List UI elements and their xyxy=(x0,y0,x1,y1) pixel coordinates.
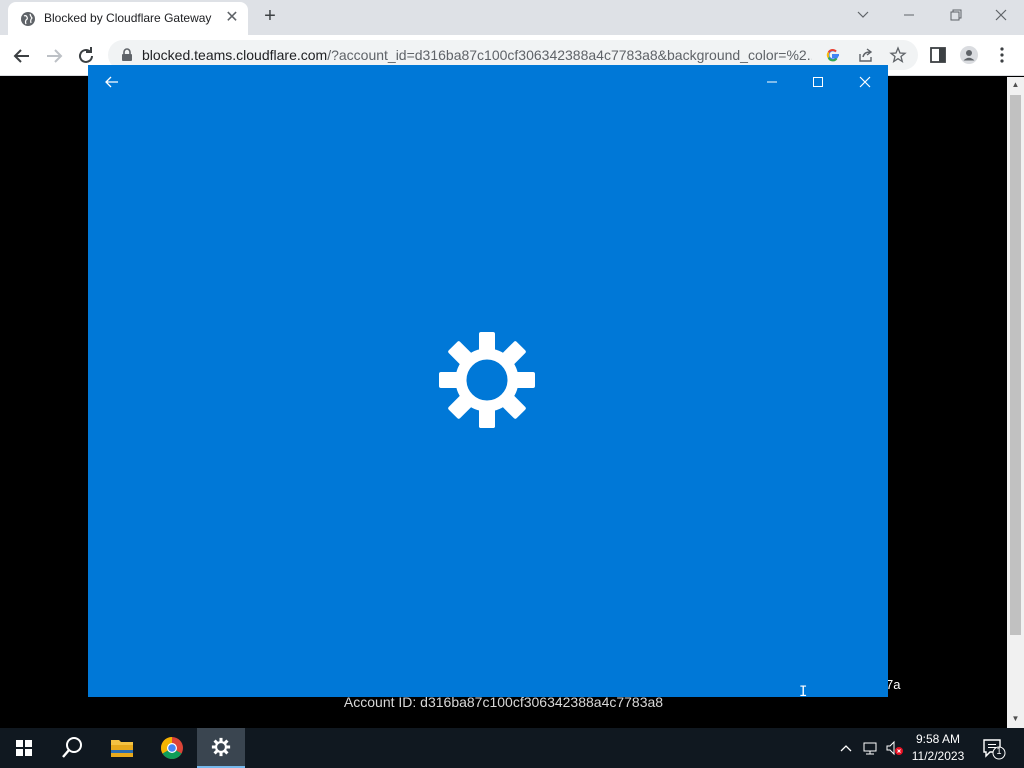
clock-time: 9:58 AM xyxy=(915,732,961,746)
restore-icon[interactable] xyxy=(941,4,969,26)
tab-close-icon[interactable]: ✕ xyxy=(224,10,240,26)
browser-tabstrip: Blocked by Cloudflare Gateway ✕ + xyxy=(0,0,1024,35)
tab-title: Blocked by Cloudflare Gateway xyxy=(44,11,212,25)
scroll-up-arrow-icon[interactable]: ▲ xyxy=(1010,80,1021,90)
notification-icon xyxy=(983,739,1006,760)
windows-taskbar: 9:58 AM 11/2/2023 1 xyxy=(0,728,1024,768)
profile-avatar-icon[interactable] xyxy=(959,45,979,65)
lock-icon[interactable] xyxy=(120,48,134,62)
forward-arrow-icon[interactable] xyxy=(41,43,67,69)
search-icon[interactable] xyxy=(48,728,96,768)
scroll-down-arrow-icon[interactable]: ▼ xyxy=(1010,714,1021,724)
network-icon[interactable] xyxy=(862,738,880,758)
window-maximize-icon[interactable] xyxy=(804,73,832,91)
url-host: blocked.teams.cloudflare.com xyxy=(142,47,328,63)
url-path: /?account_id=d316ba87c100cf306342388a4c7… xyxy=(327,47,812,63)
share-icon[interactable] xyxy=(857,46,875,64)
url-text: blocked.teams.cloudflare.com/?account_id… xyxy=(142,47,812,63)
window-close-icon[interactable] xyxy=(851,73,879,91)
action-center-button[interactable]: 1 xyxy=(978,736,1008,760)
close-window-icon[interactable] xyxy=(987,4,1015,26)
notification-count: 1 xyxy=(996,746,1002,756)
taskbar-clock[interactable]: 9:58 AM 11/2/2023 xyxy=(906,731,970,765)
text-cursor-icon: I xyxy=(799,684,808,700)
chrome-icon[interactable] xyxy=(148,728,196,768)
minimize-icon[interactable] xyxy=(895,4,923,26)
side-panel-icon[interactable] xyxy=(928,45,948,65)
window-back-arrow-icon[interactable] xyxy=(98,73,126,91)
google-icon[interactable] xyxy=(824,46,842,64)
scrollbar-thumb[interactable] xyxy=(1010,95,1021,635)
back-arrow-icon[interactable] xyxy=(9,43,35,69)
bookmark-star-icon[interactable] xyxy=(889,46,907,64)
gear-icon xyxy=(439,332,535,428)
volume-muted-icon[interactable] xyxy=(884,738,904,758)
kebab-menu-icon[interactable] xyxy=(992,45,1012,65)
tab-search-icon[interactable] xyxy=(849,4,877,26)
page-scrollbar[interactable]: ▲ ▼ xyxy=(1007,77,1024,728)
fake-settings-window xyxy=(88,65,888,697)
tray-chevron-up-icon[interactable] xyxy=(838,738,854,758)
new-tab-button[interactable]: + xyxy=(260,6,280,26)
clock-date: 11/2/2023 xyxy=(911,749,965,763)
globe-icon xyxy=(21,12,35,26)
partial-text: 7a xyxy=(886,677,901,692)
window-minimize-icon[interactable] xyxy=(758,73,786,91)
settings-taskbar-gear-icon[interactable] xyxy=(197,728,245,768)
file-explorer-icon[interactable] xyxy=(98,728,146,768)
browser-tab[interactable]: Blocked by Cloudflare Gateway ✕ xyxy=(8,2,248,35)
windows-start-icon[interactable] xyxy=(0,728,48,768)
